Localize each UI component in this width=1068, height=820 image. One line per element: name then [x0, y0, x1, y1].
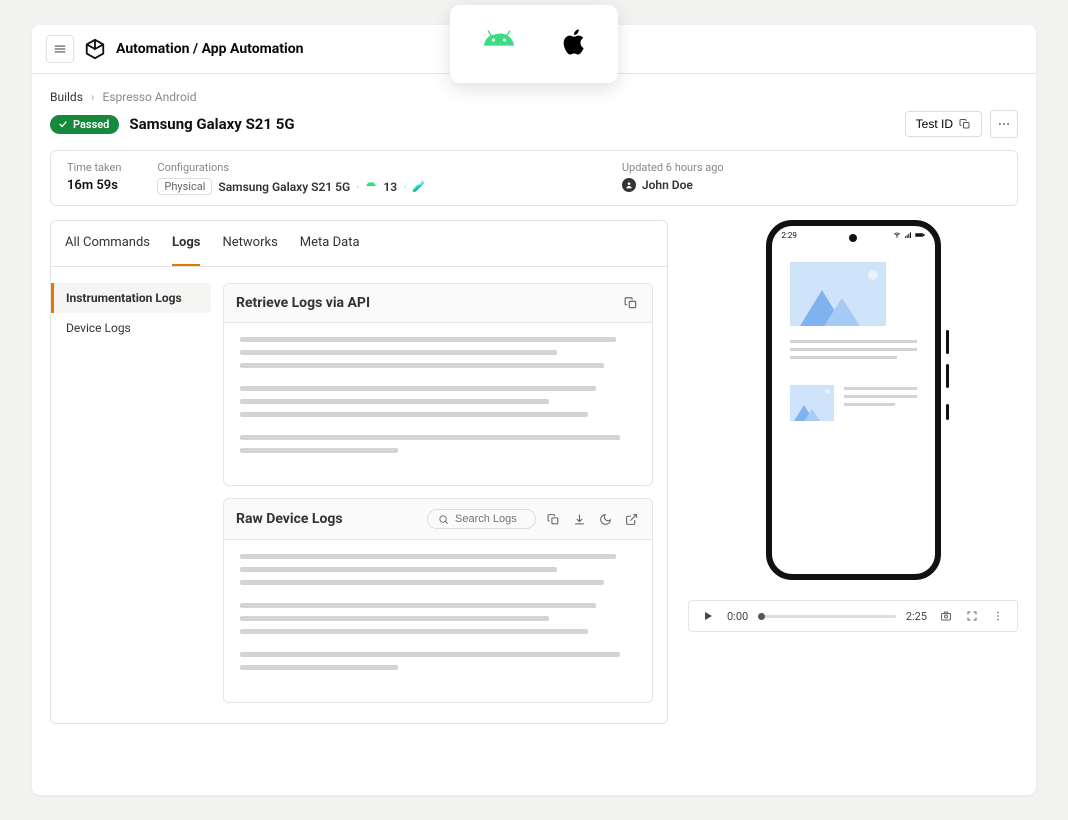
play-button[interactable] — [699, 607, 717, 625]
video-player: 0:00 2:25 — [688, 600, 1018, 632]
physical-badge: Physical — [157, 178, 212, 195]
raw-device-logs-card: Raw Device Logs — [223, 498, 653, 703]
raw-device-logs-body — [224, 540, 652, 702]
tab-networks[interactable]: Networks — [222, 221, 277, 266]
device-screen-content — [772, 226, 935, 421]
breadcrumb-root[interactable]: Builds — [50, 90, 83, 104]
apple-icon[interactable] — [554, 25, 588, 63]
device-title: Samsung Galaxy S21 5G — [129, 115, 294, 133]
product-logo-icon — [84, 38, 106, 60]
player-total-time: 2:25 — [906, 610, 927, 623]
app-window: Automation / App Automation Builds › Esp… — [32, 25, 1036, 795]
test-id-label: Test ID — [916, 117, 953, 131]
config-device-name: Samsung Galaxy S21 5G — [218, 180, 350, 194]
device-frame: 2:29 — [766, 220, 941, 580]
wifi-icon — [893, 231, 901, 241]
sidebar-item-instrumentation-logs[interactable]: Instrumentation Logs — [51, 283, 211, 313]
ellipsis-icon — [997, 117, 1011, 131]
test-id-button[interactable]: Test ID — [905, 111, 982, 137]
updated-text: Updated 6 hours ago — [622, 161, 724, 174]
tab-logs[interactable]: Logs — [172, 221, 200, 266]
copy-icon[interactable] — [544, 510, 562, 528]
external-link-icon[interactable] — [622, 510, 640, 528]
download-icon[interactable] — [570, 510, 588, 528]
configurations-block: Configurations Physical Samsung Galaxy S… — [157, 161, 426, 195]
logs-panel: All Commands Logs Networks Meta Data Ins… — [50, 220, 668, 724]
fullscreen-icon[interactable] — [963, 607, 981, 625]
platform-selector-card — [450, 5, 618, 83]
search-icon — [438, 514, 449, 525]
breadcrumb-current: Espresso Android — [103, 90, 197, 104]
android-mini-icon — [365, 179, 377, 194]
signal-icon — [904, 231, 912, 241]
screenshot-icon[interactable] — [937, 607, 955, 625]
tab-all-commands[interactable]: All Commands — [65, 221, 150, 266]
lab-icon: 🧪 — [412, 180, 426, 193]
status-badge: Passed — [50, 115, 119, 134]
copy-icon — [959, 118, 971, 130]
updated-block: Updated 6 hours ago John Doe — [622, 161, 724, 195]
time-taken-block: Time taken 16m 59s — [67, 161, 121, 195]
player-current-time: 0:00 — [727, 610, 748, 623]
theme-icon[interactable] — [596, 510, 614, 528]
logs-sidebar: Instrumentation Logs Device Logs — [51, 283, 211, 703]
tab-bar: All Commands Logs Networks Meta Data — [51, 221, 667, 267]
retrieve-logs-body — [224, 323, 652, 485]
time-taken-label: Time taken — [67, 161, 121, 174]
chevron-right-icon: › — [91, 90, 95, 104]
kebab-icon[interactable] — [989, 607, 1007, 625]
configurations-label: Configurations — [157, 161, 426, 174]
retrieve-logs-card: Retrieve Logs via API — [223, 283, 653, 486]
device-preview-panel: 2:29 — [688, 220, 1018, 724]
player-seek-bar[interactable] — [758, 615, 896, 618]
clock-text: 2:29 — [782, 231, 797, 241]
menu-button[interactable] — [46, 35, 74, 63]
search-logs-input-wrapper — [427, 509, 536, 529]
page-title: Automation / App Automation — [116, 41, 303, 57]
sidebar-item-device-logs[interactable]: Device Logs — [51, 313, 211, 343]
retrieve-logs-title: Retrieve Logs via API — [236, 295, 370, 311]
info-bar: Time taken 16m 59s Configurations Physic… — [50, 150, 1018, 206]
android-icon[interactable] — [480, 23, 518, 65]
title-row: Passed Samsung Galaxy S21 5G Test ID — [50, 110, 1018, 150]
config-os-version: 13 — [383, 180, 397, 194]
raw-device-logs-title: Raw Device Logs — [236, 511, 343, 527]
more-button[interactable] — [990, 110, 1018, 138]
status-bar: 2:29 — [772, 231, 935, 241]
time-taken-value: 16m 59s — [67, 178, 121, 193]
battery-icon — [915, 231, 925, 241]
tab-meta-data[interactable]: Meta Data — [300, 221, 360, 266]
author-avatar-icon — [622, 178, 636, 192]
status-label: Passed — [73, 118, 109, 131]
author-name: John Doe — [642, 178, 693, 192]
copy-icon[interactable] — [622, 294, 640, 312]
search-logs-input[interactable] — [455, 513, 525, 525]
